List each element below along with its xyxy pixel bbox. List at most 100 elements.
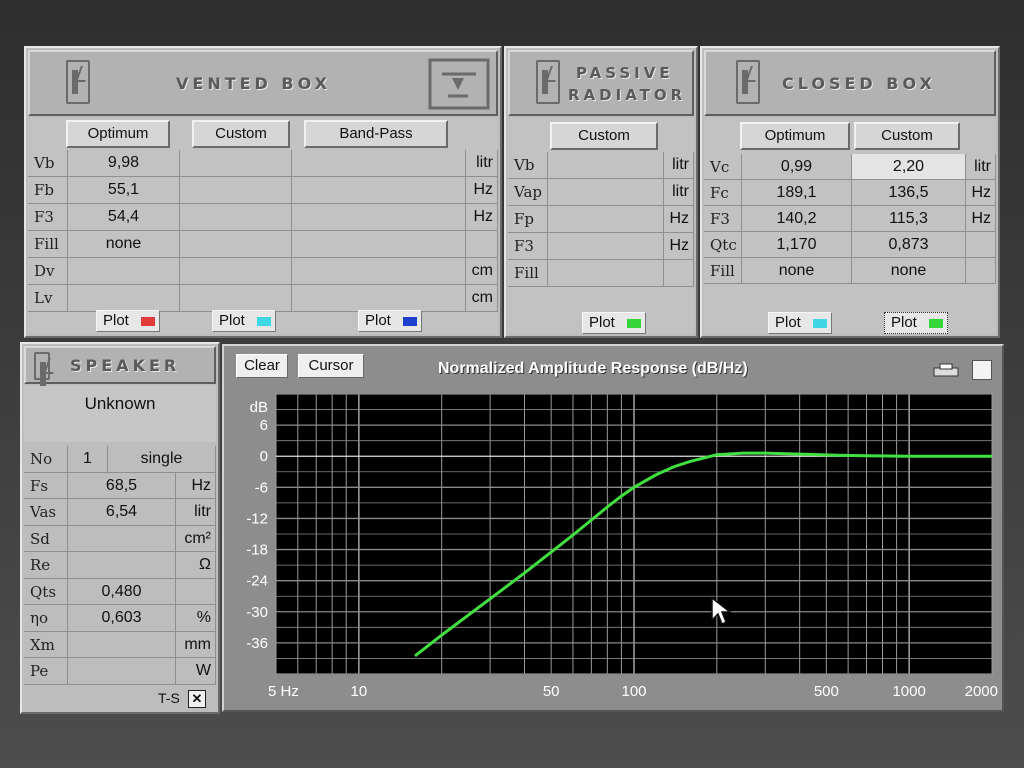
speaker-unit: Ω: [176, 552, 216, 579]
vented-value-cell[interactable]: [292, 150, 466, 177]
speaker-logo-icon: [34, 352, 50, 386]
vented-value-cell[interactable]: [68, 285, 180, 312]
plot-color-swatch: [257, 317, 271, 326]
speaker-no-value[interactable]: 1: [68, 446, 108, 473]
closed-plot-button[interactable]: Plot: [768, 312, 832, 334]
closed-value-cell[interactable]: 0,99: [742, 154, 852, 180]
vented-custom-tab[interactable]: Custom: [192, 120, 290, 148]
passive-custom-tab[interactable]: Custom: [550, 122, 658, 150]
plot-color-swatch: [627, 319, 641, 328]
speaker-unit: mm: [176, 631, 216, 658]
vented-plot-button[interactable]: Plot: [96, 310, 160, 332]
closed-value-cell[interactable]: 1,170: [742, 232, 852, 258]
vented-value-cell[interactable]: 9,98: [68, 150, 180, 177]
closed-row-label: Vc: [704, 154, 742, 180]
plot-label: Plot: [775, 314, 801, 331]
passive-value-cell[interactable]: [548, 260, 664, 287]
speaker-unit: %: [176, 605, 216, 632]
window-square-icon[interactable]: [972, 360, 992, 380]
closed-value-cell[interactable]: none: [742, 258, 852, 284]
printer-icon[interactable]: [932, 362, 966, 380]
vented-value-cell[interactable]: 54,4: [68, 204, 180, 231]
closed-value-cell[interactable]: 0,873: [852, 232, 966, 258]
ts-checkbox[interactable]: ✕: [188, 690, 206, 708]
vented-box-title: VENTED BOX: [176, 74, 331, 93]
vented-value-cell[interactable]: [292, 258, 466, 285]
closed-row-label: F3: [704, 206, 742, 232]
passive-unit: litr: [664, 152, 694, 179]
vented-value-cell[interactable]: [180, 258, 292, 285]
vented-plot-button[interactable]: Plot: [358, 310, 422, 332]
passive-plot-button[interactable]: Plot: [582, 312, 646, 334]
plot-label: Plot: [589, 314, 615, 331]
vented-value-cell[interactable]: [292, 231, 466, 258]
vented-value-cell[interactable]: [292, 285, 466, 312]
speaker-header: SPEAKER: [24, 346, 216, 386]
vented-value-cell[interactable]: [292, 177, 466, 204]
speaker-value-cell[interactable]: 6,54: [68, 499, 176, 526]
speaker-row-label: Fs: [24, 472, 68, 499]
closed-row-label: Qtc: [704, 232, 742, 258]
vented-logo-icon: [66, 60, 90, 104]
closed-value-cell[interactable]: 189,1: [742, 180, 852, 206]
vented-value-cell[interactable]: [292, 204, 466, 231]
speaker-row-label: ηo: [24, 605, 68, 632]
clear-button[interactable]: Clear: [236, 354, 288, 378]
plot-color-swatch: [929, 319, 943, 328]
graph-panel: [222, 344, 1004, 712]
closed-value-cell[interactable]: 140,2: [742, 206, 852, 232]
closed-value-cell[interactable]: 2,20: [852, 154, 966, 180]
speaker-value-cell[interactable]: [68, 658, 176, 685]
speaker-row-label: Xm: [24, 631, 68, 658]
passive-value-cell[interactable]: [548, 206, 664, 233]
speaker-value-cell[interactable]: [68, 552, 176, 579]
plot-label: Plot: [219, 312, 245, 329]
speaker-value-cell[interactable]: 0,480: [68, 578, 176, 605]
vented-row-label: Dv: [28, 258, 68, 285]
speaker-name: Unknown: [84, 394, 156, 413]
plot-label: Plot: [891, 314, 917, 331]
cursor-button[interactable]: Cursor: [298, 354, 364, 378]
vented-plot-button[interactable]: Plot: [212, 310, 276, 332]
vented-box-icon: [428, 58, 490, 110]
vented-value-cell[interactable]: [180, 150, 292, 177]
speaker-row-label: Pe: [24, 658, 68, 685]
closed-value-cell[interactable]: 136,5: [852, 180, 966, 206]
vented-row-label: Lv: [28, 285, 68, 312]
vented-value-cell[interactable]: [180, 204, 292, 231]
speaker-value-cell[interactable]: 68,5: [68, 472, 176, 499]
speaker-value-cell[interactable]: [68, 525, 176, 552]
vented-bandpass-tab[interactable]: Band-Pass: [304, 120, 448, 148]
passive-value-cell[interactable]: [548, 233, 664, 260]
closed-plot-button[interactable]: Plot: [884, 312, 948, 334]
passive-logo-icon: [536, 60, 560, 104]
speaker-value-cell[interactable]: [68, 631, 176, 658]
passive-unit: Hz: [664, 206, 694, 233]
mouse-cursor-icon: [711, 596, 732, 626]
plot-label: Plot: [365, 312, 391, 329]
vented-row-label: F3: [28, 204, 68, 231]
vented-value-cell[interactable]: none: [68, 231, 180, 258]
vented-unit: Hz: [466, 204, 498, 231]
vented-value-cell[interactable]: [180, 177, 292, 204]
vented-unit: Hz: [466, 177, 498, 204]
vented-value-cell[interactable]: [68, 258, 180, 285]
speaker-row-label: Qts: [24, 578, 68, 605]
passive-title-line2: RADIATOR: [568, 86, 687, 104]
vented-value-cell[interactable]: [180, 231, 292, 258]
passive-row-label: Fill: [508, 260, 548, 287]
passive-value-cell[interactable]: [548, 152, 664, 179]
closed-custom-tab[interactable]: Custom: [854, 122, 960, 150]
vented-value-cell[interactable]: [180, 285, 292, 312]
closed-value-cell[interactable]: none: [852, 258, 966, 284]
vented-optimum-tab[interactable]: Optimum: [66, 120, 170, 148]
passive-unit: [664, 260, 694, 287]
speaker-mode-select[interactable]: single: [108, 446, 216, 473]
closed-value-cell[interactable]: 115,3: [852, 206, 966, 232]
closed-row-label: Fc: [704, 180, 742, 206]
speaker-unit: Hz: [176, 472, 216, 499]
vented-value-cell[interactable]: 55,1: [68, 177, 180, 204]
passive-value-cell[interactable]: [548, 179, 664, 206]
speaker-value-cell[interactable]: 0,603: [68, 605, 176, 632]
closed-optimum-tab[interactable]: Optimum: [740, 122, 850, 150]
